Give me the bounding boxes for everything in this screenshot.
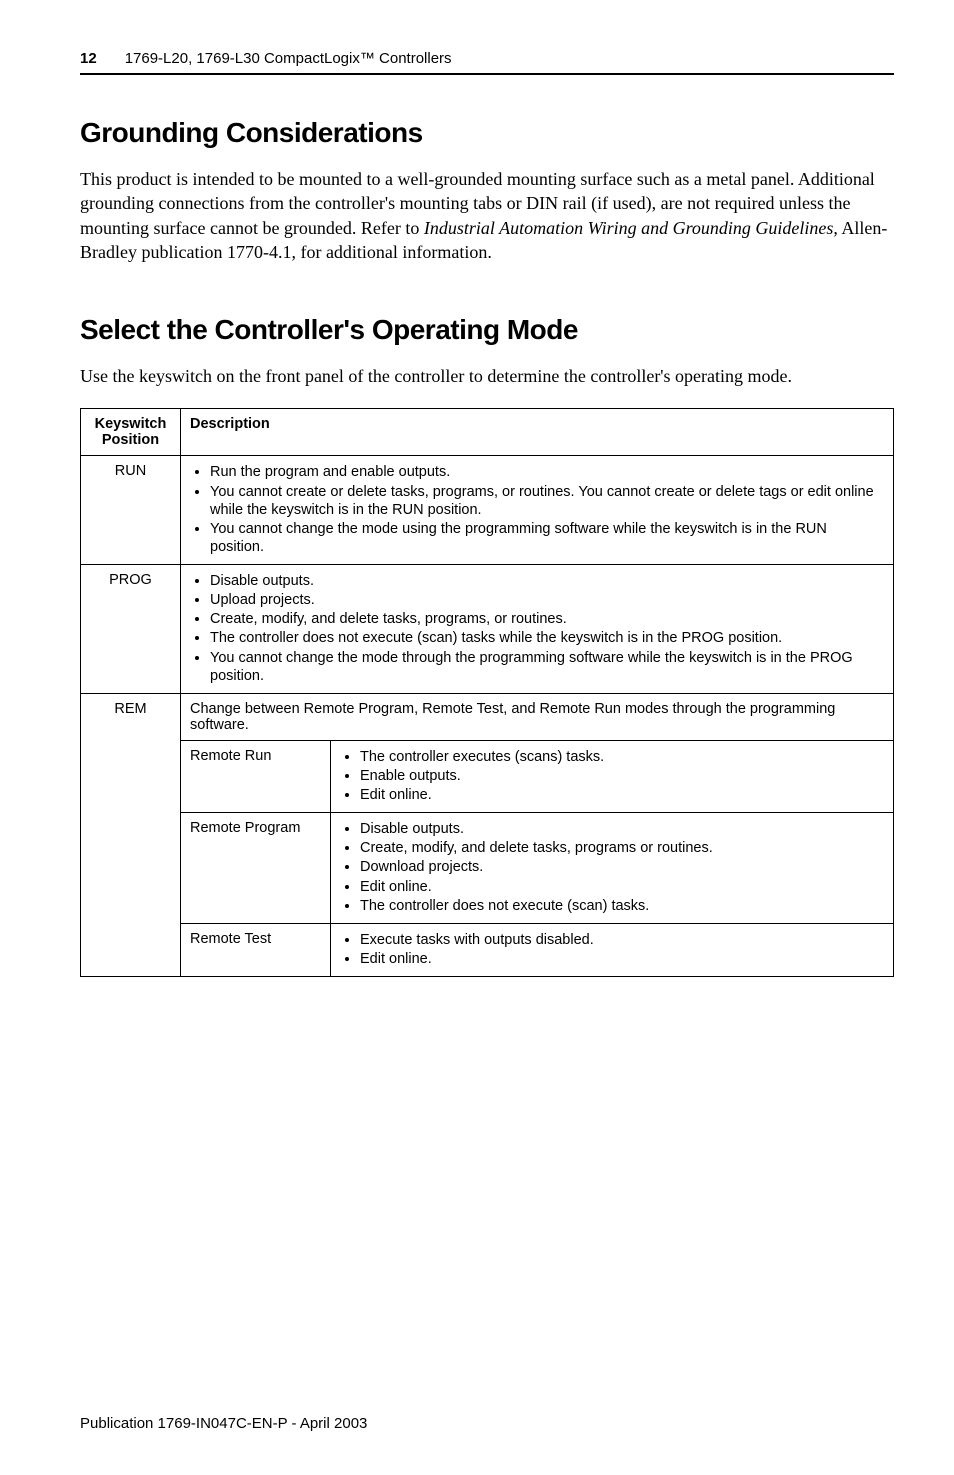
list-item: Create, modify, and delete tasks, progra…	[210, 610, 884, 628]
cell-remote-program-label: Remote Program	[181, 813, 331, 924]
cell-prog-label: PROG	[81, 565, 181, 694]
section-body-operating-mode: Use the keyswitch on the front panel of …	[80, 364, 894, 388]
section-title-operating-mode: Select the Controller's Operating Mode	[80, 314, 894, 346]
col-header-keyswitch: Keyswitch Position	[81, 409, 181, 456]
footer-publication: Publication 1769-IN047C-EN-P - April 200…	[80, 1415, 367, 1432]
cell-remote-run-label: Remote Run	[181, 740, 331, 812]
cell-run-label: RUN	[81, 456, 181, 565]
list-item: Disable outputs.	[210, 572, 884, 590]
list-item: The controller executes (scans) tasks.	[360, 748, 884, 766]
italic-reference: Industrial Automation Wiring and Groundi…	[424, 218, 834, 238]
list-item: Edit online.	[360, 786, 884, 804]
col-header-description: Description	[181, 409, 894, 456]
section-title-grounding: Grounding Considerations	[80, 117, 894, 149]
list-item: You cannot change the mode through the p…	[210, 649, 884, 685]
cell-remote-test-label: Remote Test	[181, 923, 331, 976]
list-item: Download projects.	[360, 858, 884, 876]
cell-remote-test-desc: Execute tasks with outputs disabled. Edi…	[331, 923, 894, 976]
keyswitch-table: Keyswitch Position Description RUN Run t…	[80, 408, 894, 977]
cell-remote-run-desc: The controller executes (scans) tasks. E…	[331, 740, 894, 812]
cell-rem-label: REM	[81, 693, 181, 976]
list-item: Upload projects.	[210, 591, 884, 609]
running-header: 12 1769-L20, 1769-L30 CompactLogix™ Cont…	[80, 50, 894, 67]
header-title: 1769-L20, 1769-L30 CompactLogix™ Control…	[125, 50, 452, 67]
list-item: The controller does not execute (scan) t…	[360, 897, 884, 915]
cell-remote-program-desc: Disable outputs. Create, modify, and del…	[331, 813, 894, 924]
header-rule	[80, 73, 894, 75]
list-item: Disable outputs.	[360, 820, 884, 838]
list-item: You cannot create or delete tasks, progr…	[210, 483, 884, 519]
list-item: Execute tasks with outputs disabled.	[360, 931, 884, 949]
cell-prog-desc: Disable outputs. Upload projects. Create…	[181, 565, 894, 694]
page-number: 12	[80, 50, 97, 67]
list-item: Create, modify, and delete tasks, progra…	[360, 839, 884, 857]
list-item: You cannot change the mode using the pro…	[210, 520, 884, 556]
list-item: Run the program and enable outputs.	[210, 463, 884, 481]
list-item: Enable outputs.	[360, 767, 884, 785]
list-item: Edit online.	[360, 950, 884, 968]
cell-run-desc: Run the program and enable outputs. You …	[181, 456, 894, 565]
list-item: Edit online.	[360, 878, 884, 896]
list-item: The controller does not execute (scan) t…	[210, 629, 884, 647]
cell-rem-intro: Change between Remote Program, Remote Te…	[181, 693, 894, 740]
section-body-grounding: This product is intended to be mounted t…	[80, 167, 894, 264]
